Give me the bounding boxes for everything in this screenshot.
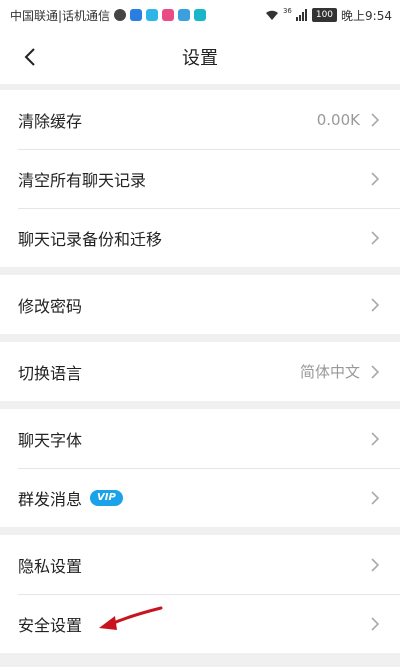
- carrier-text: 中国联通|话机通信: [10, 8, 111, 23]
- signal-icon: [295, 9, 307, 21]
- chevron-right-icon: [371, 297, 380, 312]
- chevron-right-icon: [371, 230, 380, 245]
- clock-text: 晚上9:54: [341, 8, 392, 23]
- row-label: 修改密码: [18, 296, 83, 316]
- change-password-row[interactable]: 修改密码: [0, 275, 400, 334]
- cache-size-value: 0.00K: [316, 110, 360, 129]
- clear-chat-history-row[interactable]: 清空所有聊天记录: [0, 149, 400, 208]
- app-notification-icon: [194, 9, 207, 21]
- privacy-settings-row[interactable]: 隐私设置: [0, 535, 400, 594]
- chevron-right-icon: [371, 431, 380, 446]
- chevron-right-icon: [371, 364, 380, 379]
- settings-group-chat: 聊天字体 群发消息 VIP: [0, 409, 400, 527]
- nav-bar: 设置: [0, 30, 400, 84]
- group-gap: [0, 267, 400, 275]
- group-gap: [0, 527, 400, 535]
- vip-badge: VIP: [90, 489, 123, 506]
- row-label: 聊天记录备份和迁移: [18, 229, 163, 249]
- status-right: 36 100 晚上9:54: [265, 7, 392, 24]
- row-label: 隐私设置: [18, 556, 83, 576]
- chat-font-row[interactable]: 聊天字体: [0, 409, 400, 468]
- settings-screen: 中国联通|话机通信 36 100 晚上9:54 设置 清除缓存 0.00K 清空…: [0, 0, 400, 667]
- row-label: 安全设置: [18, 615, 83, 635]
- wifi-icon: [265, 10, 278, 20]
- switch-language-row[interactable]: 切换语言 简体中文: [0, 342, 400, 401]
- settings-group-privacy: 隐私设置 安全设置: [0, 535, 400, 653]
- app-notification-icon: [162, 9, 175, 21]
- signal-text: 36: [282, 7, 292, 15]
- settings-group-language: 切换语言 简体中文: [0, 342, 400, 401]
- group-gap: [0, 334, 400, 342]
- chevron-right-icon: [371, 171, 380, 186]
- status-bar: 中国联通|话机通信 36 100 晚上9:54: [0, 0, 400, 30]
- row-label: 聊天字体: [18, 430, 83, 450]
- row-label: 清除缓存: [18, 111, 83, 131]
- chevron-right-icon: [371, 112, 380, 127]
- row-label: 清空所有聊天记录: [18, 170, 147, 190]
- status-left: 中国联通|话机通信: [10, 7, 207, 24]
- security-settings-row[interactable]: 安全设置: [0, 594, 400, 653]
- row-label: 群发消息: [18, 489, 83, 509]
- app-notification-icon: [146, 9, 159, 21]
- chat-bubble-icon: [114, 9, 127, 21]
- mass-message-row[interactable]: 群发消息 VIP: [0, 468, 400, 527]
- chevron-right-icon: [371, 557, 380, 572]
- chevron-left-icon: [24, 48, 35, 66]
- back-button[interactable]: [10, 30, 50, 84]
- settings-group-password: 修改密码: [0, 275, 400, 334]
- group-gap: [0, 401, 400, 409]
- app-notification-icon: [178, 9, 191, 21]
- clear-cache-row[interactable]: 清除缓存 0.00K: [0, 90, 400, 149]
- language-value: 简体中文: [299, 363, 360, 381]
- row-label: 切换语言: [18, 363, 83, 383]
- chat-backup-migrate-row[interactable]: 聊天记录备份和迁移: [0, 208, 400, 267]
- page-title: 设置: [182, 48, 218, 69]
- chevron-right-icon: [371, 490, 380, 505]
- app-notification-icon: [130, 9, 143, 21]
- settings-group-storage: 清除缓存 0.00K 清空所有聊天记录 聊天记录备份和迁移: [0, 90, 400, 267]
- battery-indicator: 100: [311, 8, 338, 22]
- chevron-right-icon: [371, 616, 380, 631]
